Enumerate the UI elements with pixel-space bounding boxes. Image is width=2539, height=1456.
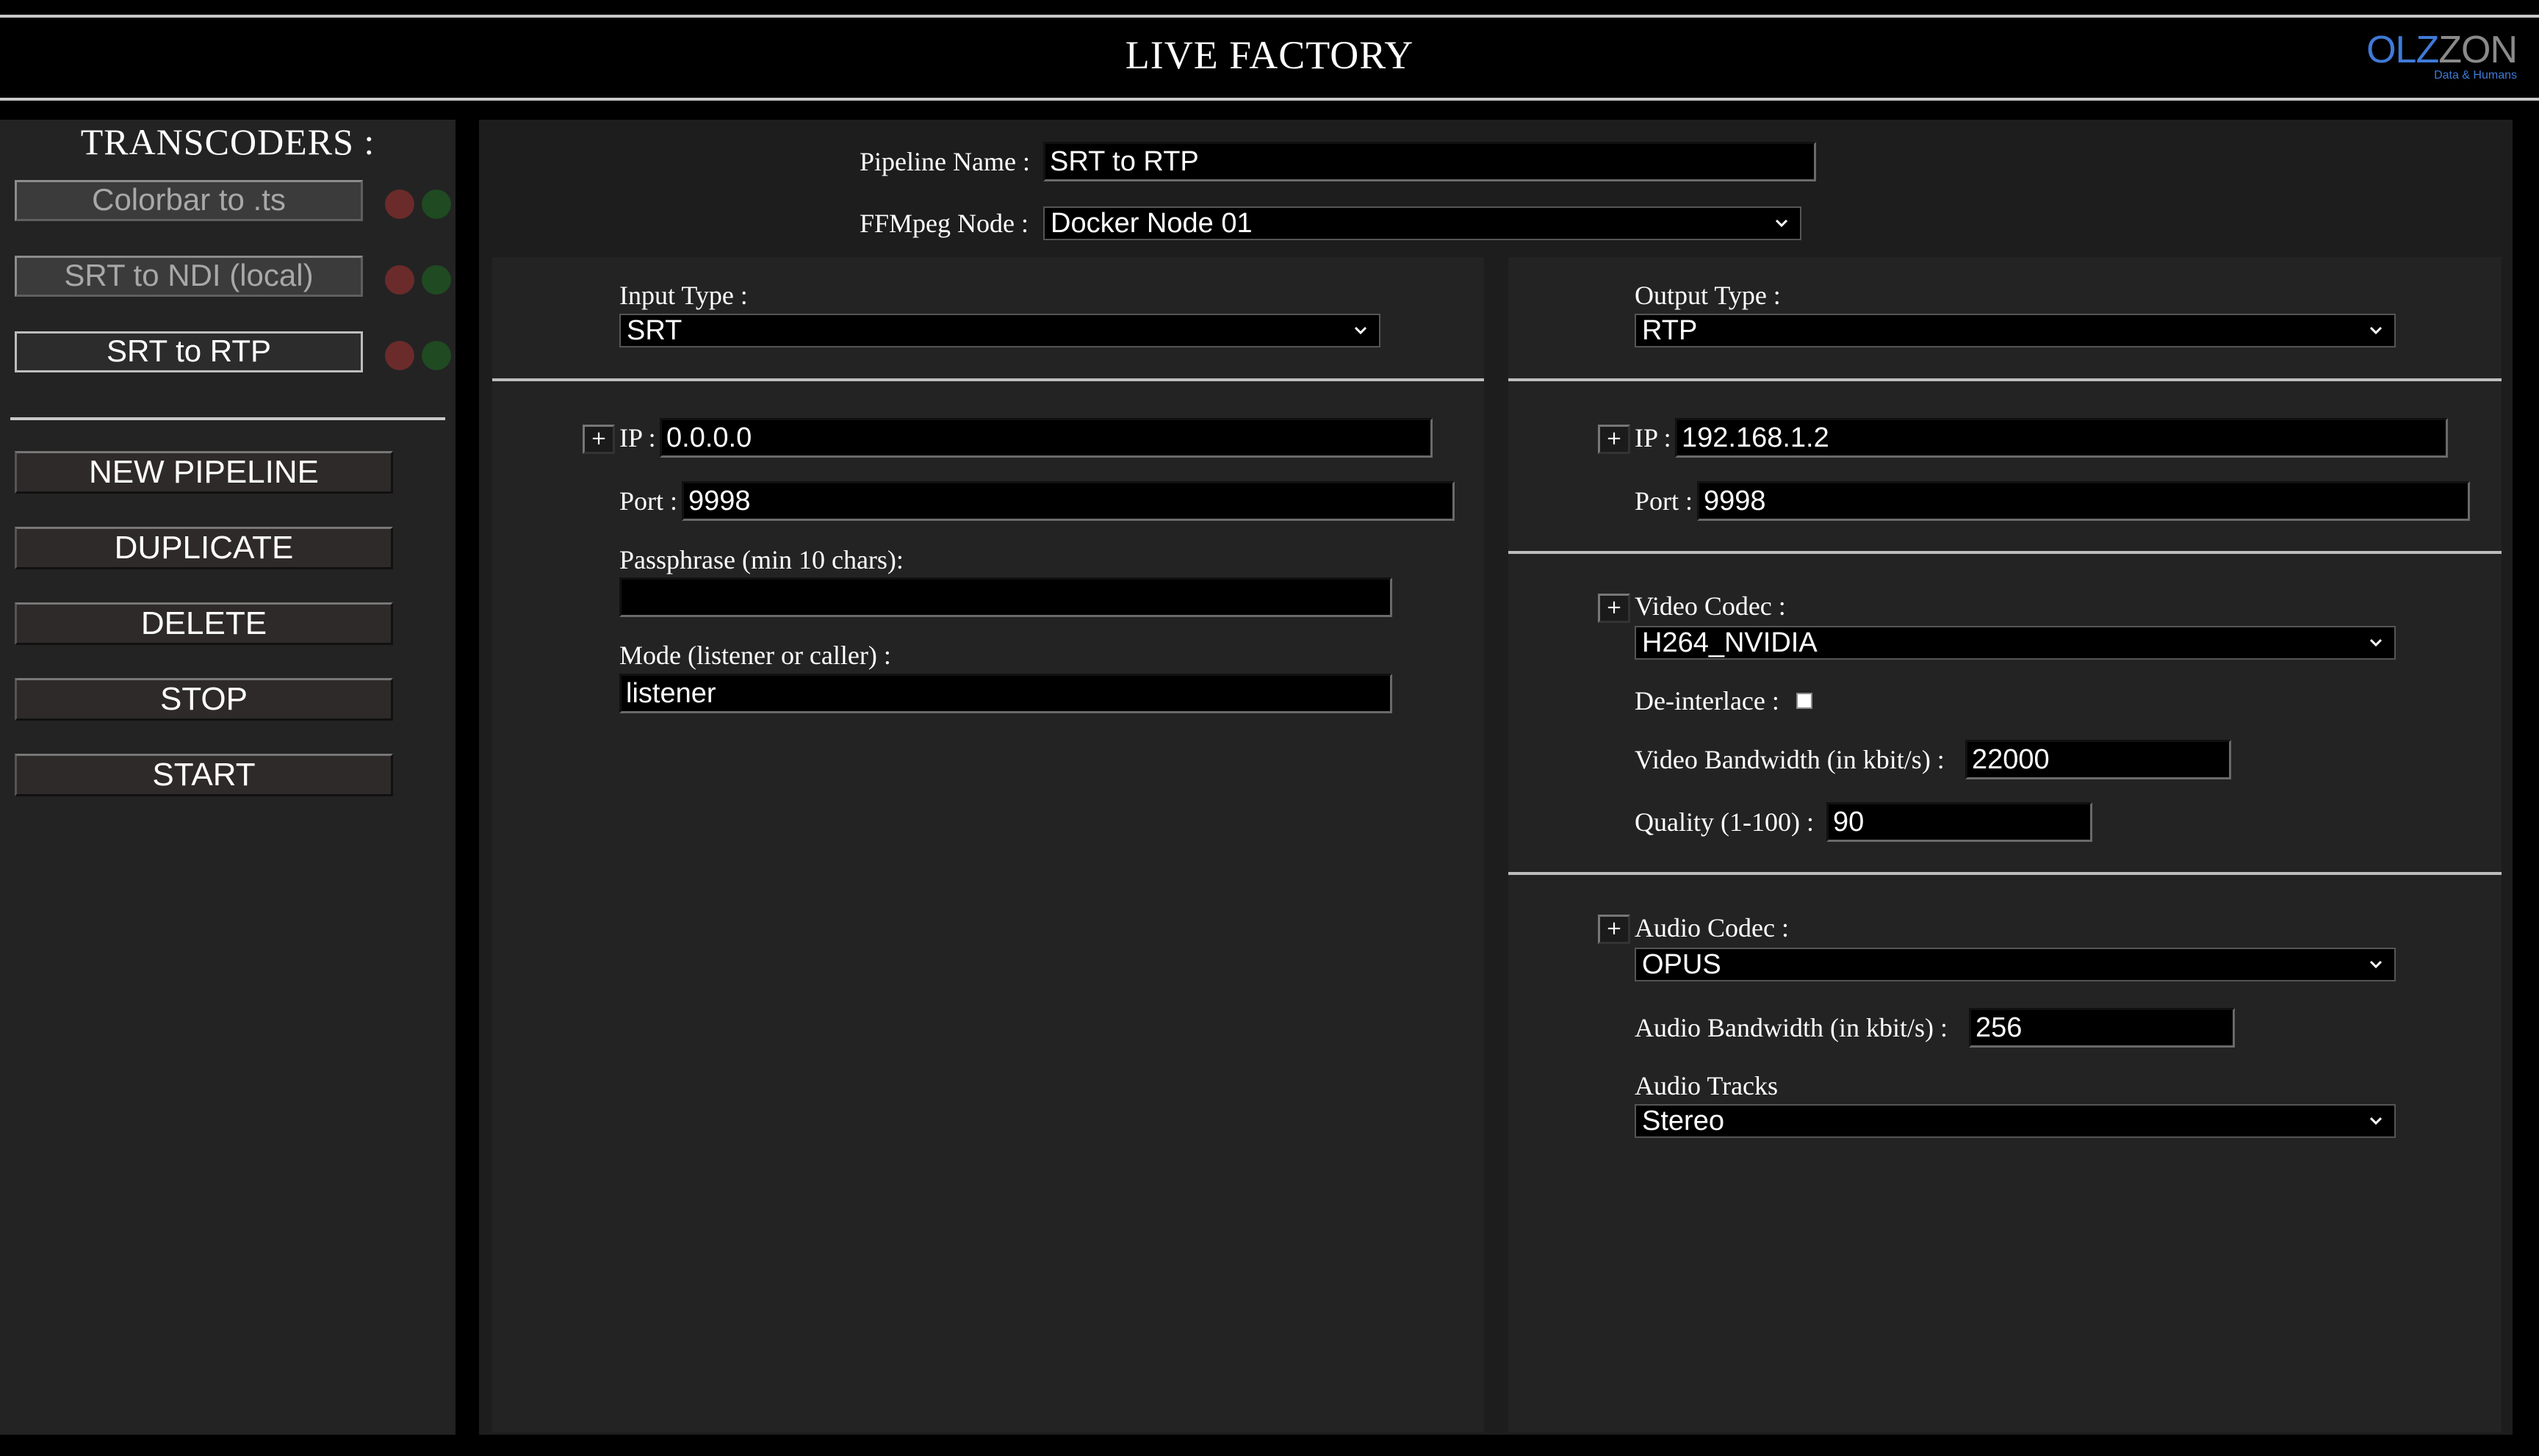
- chevron-down-icon: [2369, 960, 2383, 969]
- quality-field[interactable]: 90: [1826, 802, 2092, 842]
- status-led-green: [422, 341, 451, 370]
- audio-tracks-label: Audio Tracks: [1635, 1071, 1779, 1100]
- mode-label: Mode (listener or caller) :: [619, 641, 891, 670]
- delete-button[interactable]: DELETE: [15, 602, 393, 645]
- stop-button[interactable]: STOP: [15, 678, 393, 721]
- video-bandwidth-field[interactable]: 22000: [1965, 740, 2231, 779]
- audio-codec-expand-button[interactable]: +: [1598, 915, 1630, 944]
- ffmpeg-node-select[interactable]: Docker Node 01: [1043, 206, 1801, 240]
- video-codec-value: H264_NVIDIA: [1642, 627, 1818, 658]
- chevron-down-icon: [1354, 326, 1367, 335]
- sidebar-divider: [10, 417, 445, 420]
- audio-tracks-value: Stereo: [1642, 1106, 1724, 1136]
- audio-codec-value: OPUS: [1642, 949, 1721, 980]
- input-type-value: SRT: [627, 315, 683, 346]
- passphrase-label: Passphrase (min 10 chars):: [619, 545, 904, 574]
- transcoder-srt-to-rtp[interactable]: SRT to RTP: [15, 331, 363, 372]
- video-codec-select[interactable]: H264_NVIDIA: [1635, 626, 2396, 660]
- audio-codec-label: Audio Codec :: [1635, 913, 1789, 943]
- chevron-down-icon: [1775, 219, 1788, 228]
- transcoder-colorbar-to-ts[interactable]: Colorbar to .ts: [15, 180, 363, 221]
- sidebar-title: TRANSCODERS :: [80, 121, 375, 162]
- start-button[interactable]: START: [15, 754, 393, 796]
- output-section-divider: [1508, 551, 2502, 554]
- input-ip-field[interactable]: 0.0.0.0: [660, 418, 1433, 458]
- ffmpeg-node-value: Docker Node 01: [1051, 208, 1253, 239]
- passphrase-field[interactable]: [619, 577, 1392, 617]
- audio-bandwidth-field[interactable]: 256: [1969, 1008, 2235, 1048]
- video-bandwidth-label: Video Bandwidth (in kbit/s) :: [1635, 745, 1945, 774]
- video-codec-label: Video Codec :: [1635, 591, 1786, 621]
- output-ip-expand-button[interactable]: +: [1598, 425, 1630, 454]
- pipeline-name-label: Pipeline Name :: [860, 147, 1030, 176]
- chevron-down-icon: [2369, 1117, 2383, 1125]
- status-led-red: [385, 341, 414, 370]
- audio-codec-select[interactable]: OPUS: [1635, 948, 2396, 981]
- video-codec-expand-button[interactable]: +: [1598, 594, 1630, 623]
- ffmpeg-node-label: FFMpeg Node :: [860, 209, 1029, 238]
- mode-field[interactable]: listener: [619, 674, 1392, 713]
- input-port-field[interactable]: 9998: [682, 481, 1455, 521]
- transcoder-srt-to-ndi[interactable]: SRT to NDI (local): [15, 256, 363, 297]
- quality-label: Quality (1-100) :: [1635, 807, 1814, 837]
- logo-part-1: OLZ: [2366, 29, 2439, 71]
- pipeline-name-input[interactable]: SRT to RTP: [1043, 142, 1816, 181]
- status-led-green: [422, 265, 451, 295]
- status-led-red: [385, 265, 414, 295]
- logo-part-2: ZON: [2438, 29, 2518, 71]
- status-led-green: [422, 190, 451, 219]
- input-port-label: Port :: [619, 486, 678, 516]
- output-port-field[interactable]: 9998: [1697, 481, 2470, 521]
- duplicate-button[interactable]: DUPLICATE: [15, 527, 393, 569]
- output-ip-label: IP :: [1635, 423, 1671, 453]
- app-title: LIVE FACTORY: [1125, 33, 1414, 77]
- new-pipeline-button[interactable]: NEW PIPELINE: [15, 451, 393, 494]
- output-section-divider: [1508, 872, 2502, 875]
- output-port-label: Port :: [1635, 486, 1693, 516]
- status-led-red: [385, 190, 414, 219]
- output-section-divider: [1508, 378, 2502, 381]
- output-type-label: Output Type :: [1635, 281, 1781, 310]
- header-top-rule: [0, 15, 2539, 18]
- input-ip-label: IP :: [619, 423, 656, 453]
- input-type-label: Input Type :: [619, 281, 748, 310]
- output-type-value: RTP: [1642, 315, 1698, 346]
- header-bottom-rule: [0, 98, 2539, 101]
- input-type-select[interactable]: SRT: [619, 314, 1380, 347]
- input-section-divider: [492, 378, 1484, 381]
- audio-tracks-select[interactable]: Stereo: [1635, 1104, 2396, 1138]
- olzzon-logo: OLZZON Data & Humans: [2366, 29, 2518, 82]
- chevron-down-icon: [2369, 326, 2383, 335]
- input-ip-expand-button[interactable]: +: [583, 425, 615, 454]
- audio-bandwidth-label: Audio Bandwidth (in kbit/s) :: [1635, 1013, 1948, 1042]
- output-ip-field[interactable]: 192.168.1.2: [1675, 418, 2448, 458]
- deinterlace-label: De-interlace :: [1635, 686, 1779, 716]
- output-type-select[interactable]: RTP: [1635, 314, 2396, 347]
- deinterlace-checkbox[interactable]: [1796, 693, 1812, 709]
- chevron-down-icon: [2369, 638, 2383, 647]
